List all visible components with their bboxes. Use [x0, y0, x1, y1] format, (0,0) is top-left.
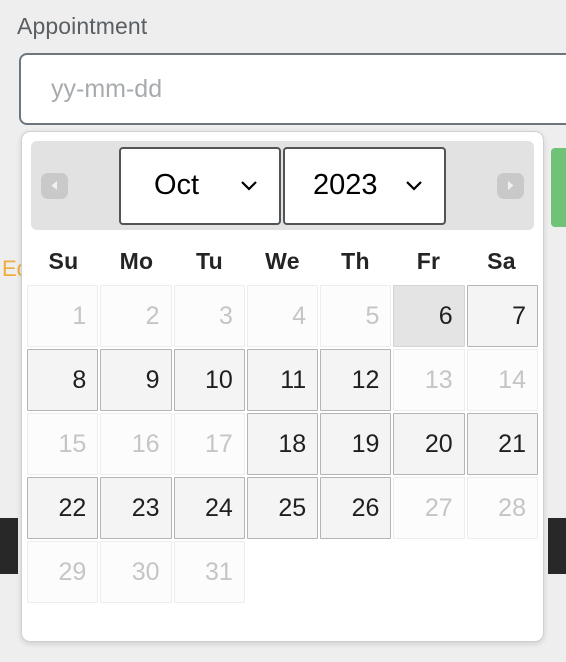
day-cell[interactable]: 11 — [246, 349, 319, 411]
day-cell: 28 — [466, 477, 538, 539]
weekday-header-mo: Mo — [119, 248, 154, 274]
datepicker-header: Oct 2023 — [31, 141, 534, 230]
chevron-right-icon — [504, 179, 517, 192]
day-cell: 17 — [173, 413, 245, 475]
day-cell[interactable]: 6 — [393, 285, 465, 347]
day-cell-empty — [320, 541, 391, 603]
day-cell: 16 — [100, 413, 172, 475]
day-cell[interactable]: 10 — [173, 349, 245, 411]
day-cell: 31 — [173, 541, 245, 603]
day-cell: 5 — [320, 285, 392, 347]
day-cell[interactable]: 7 — [466, 285, 538, 347]
weekday-header-fr: Fr — [416, 248, 441, 274]
datepicker-day-grid: 1 2 3 4 5 6 7 8 9 10 11 12 13 14 15 16 17 18 19 20 21 22 23 24 2… — [27, 285, 538, 603]
day-cell[interactable]: 18 — [246, 413, 319, 475]
day-cell[interactable]: 12 — [320, 349, 392, 411]
weekday-header-tu: Tu — [196, 248, 223, 274]
datepicker-selects: Oct 2023 — [119, 146, 446, 225]
weekday-header-th: Th — [341, 248, 370, 274]
day-cell[interactable]: 19 — [320, 413, 392, 475]
year-select-value: 2023 — [313, 169, 378, 201]
background-green-button[interactable] — [551, 148, 566, 227]
day-cell[interactable]: 8 — [27, 349, 99, 411]
day-cell[interactable]: 23 — [100, 477, 172, 539]
day-cell: 30 — [100, 541, 172, 603]
appointment-date-input[interactable] — [19, 53, 566, 125]
day-cell: 15 — [27, 413, 99, 475]
day-cell[interactable]: 20 — [393, 413, 465, 475]
weekday-header-sa: Sa — [487, 248, 516, 274]
day-cell: 13 — [393, 349, 465, 411]
day-cell[interactable]: 24 — [173, 477, 245, 539]
datepicker-panel: Oct 2023 Su Mo Tu We Th Fr Sa 1 2 3 4 5 … — [21, 131, 544, 642]
day-cell[interactable]: 26 — [320, 477, 392, 539]
day-cell: 14 — [466, 349, 538, 411]
chevron-left-icon — [48, 179, 61, 192]
day-cell: 2 — [100, 285, 172, 347]
day-cell: 27 — [393, 477, 465, 539]
background-dark-bar-left — [0, 518, 18, 574]
appointment-label: Appointment — [17, 13, 148, 39]
background-orange-link[interactable]: Ed — [2, 256, 21, 282]
page-root: Ed Appointment Oct — [0, 0, 566, 662]
day-cell-empty — [393, 541, 464, 603]
background-dark-bar-right — [548, 518, 566, 574]
month-select-value: Oct — [154, 169, 200, 201]
datepicker-weekday-row: Su Mo Tu We Th Fr Sa — [26, 239, 539, 283]
weekday-header-su: Su — [48, 248, 79, 274]
day-cell-empty — [247, 541, 318, 603]
chevron-down-icon — [404, 179, 444, 192]
day-cell[interactable]: 21 — [466, 413, 538, 475]
month-select[interactable]: Oct — [119, 146, 281, 225]
next-month-button[interactable] — [497, 172, 524, 199]
previous-month-button[interactable] — [41, 172, 68, 199]
day-cell[interactable]: 22 — [27, 477, 99, 539]
weekday-header-we: We — [265, 248, 300, 274]
day-cell: 29 — [27, 541, 99, 603]
year-select[interactable]: 2023 — [283, 146, 446, 225]
day-cell: 1 — [27, 285, 99, 347]
day-cell: 4 — [246, 285, 319, 347]
chevron-down-icon — [239, 179, 279, 192]
day-cell[interactable]: 25 — [246, 477, 319, 539]
day-cell[interactable]: 9 — [100, 349, 172, 411]
day-cell: 3 — [173, 285, 245, 347]
day-cell-empty — [467, 541, 538, 603]
